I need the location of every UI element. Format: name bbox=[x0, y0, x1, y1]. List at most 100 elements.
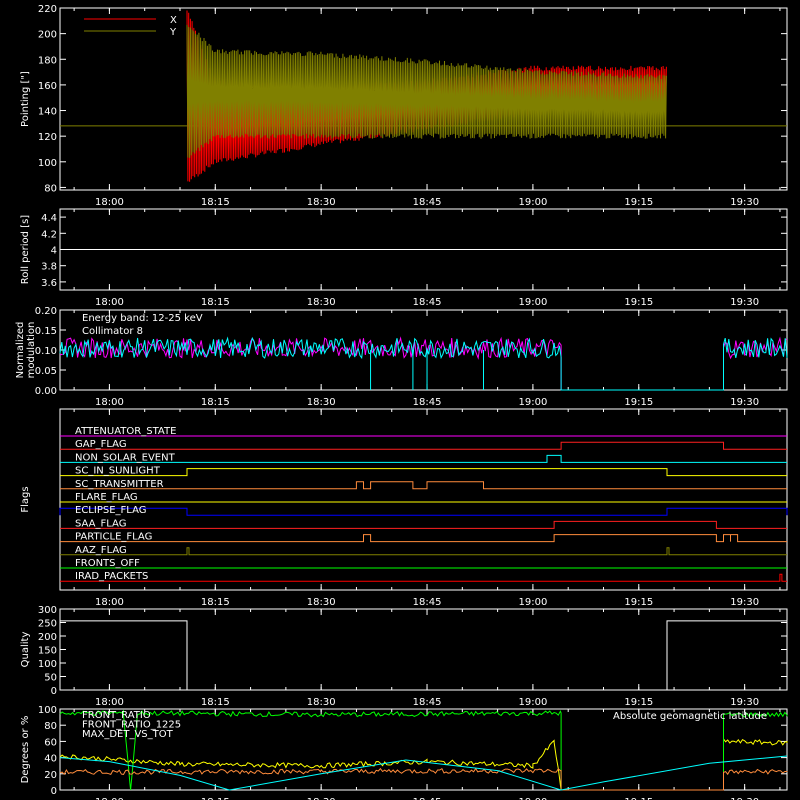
y-tick-label: 0.05 bbox=[35, 366, 57, 377]
panel-3: 18:00 18:15 18:30 18:45 19:00 19:15 19:30 Norma… bbox=[15, 306, 788, 408]
series-max-det-vs-tot-line bbox=[59, 767, 788, 791]
y-tick-label: 4.2 bbox=[41, 229, 57, 240]
y-tick-label: 4 bbox=[51, 246, 57, 257]
y-tick-label: 0.00 bbox=[35, 386, 57, 397]
x-tick-label: 19:15 bbox=[624, 197, 653, 208]
y-tick-label: 160 bbox=[38, 81, 57, 92]
legend-label: MAX_DET_VS_TOT bbox=[82, 729, 174, 740]
series-front-ratio-line bbox=[59, 737, 788, 791]
x-tick-label: 19:15 bbox=[624, 297, 653, 308]
y-tick-label: 140 bbox=[38, 107, 57, 118]
flag-label: PARTICLE_FLAG bbox=[75, 532, 152, 543]
x-tick-label: 18:30 bbox=[307, 597, 336, 608]
panel-1: 18:00 18:15 18:30 18:45 19:00 19:15 19:30 Point… bbox=[20, 4, 788, 208]
y-tick-label: 3.8 bbox=[41, 262, 57, 273]
flag-line-sc-in-sunlight bbox=[60, 468, 787, 477]
legend-label: Y bbox=[169, 27, 177, 38]
flag-label: IRAD_PACKETS bbox=[75, 571, 148, 582]
x-tick-label: 18:45 bbox=[413, 697, 442, 708]
y-axis-label: Quality bbox=[20, 632, 31, 668]
flag-label: NON_SOLAR_EVENT bbox=[75, 452, 176, 463]
y-tick-label: 40 bbox=[44, 754, 57, 765]
y-tick-label: 80 bbox=[44, 183, 57, 194]
flag-label: ATTENUATOR_STATE bbox=[75, 426, 176, 437]
y-tick-label: 120 bbox=[38, 132, 57, 143]
x-tick-label: 18:30 bbox=[307, 397, 336, 408]
y-tick-label: 200 bbox=[38, 30, 57, 41]
flag-line-gap-flag bbox=[60, 441, 787, 450]
annotation-collimator: Collimator 8 bbox=[82, 326, 143, 337]
x-tick-label: 18:00 bbox=[95, 297, 124, 308]
flag-label: GAP_FLAG bbox=[75, 439, 127, 450]
y-tick-label: 80 bbox=[44, 721, 57, 732]
x-tick-label: 18:00 bbox=[95, 597, 124, 608]
y-tick-label: 0.20 bbox=[35, 306, 57, 317]
x-tick-label: 18:00 bbox=[95, 397, 124, 408]
y-axis-label: Flags bbox=[20, 486, 31, 512]
y-tick-label: 20 bbox=[44, 770, 57, 781]
x-tick-label: 18:30 bbox=[307, 197, 336, 208]
y-axis-label: Normalized bbox=[15, 322, 26, 379]
x-tick-label: 18:45 bbox=[413, 297, 442, 308]
y-tick-label: 300 bbox=[38, 605, 57, 616]
y-tick-label: 0.15 bbox=[35, 326, 57, 337]
y-axis-label: Degrees or % bbox=[20, 716, 31, 784]
y-tick-label: 100 bbox=[38, 659, 57, 670]
flag-label: FRONTS_OFF bbox=[75, 558, 140, 569]
x-tick-label: 18:15 bbox=[201, 697, 230, 708]
flag-line-irad-packets bbox=[60, 573, 787, 582]
x-tick-label: 19:00 bbox=[518, 597, 547, 608]
x-tick-label: 18:45 bbox=[413, 597, 442, 608]
x-tick-label: 18:15 bbox=[201, 197, 230, 208]
legend-label: X bbox=[170, 15, 177, 26]
annotation-energy-band: Energy band: 12-25 keV bbox=[82, 313, 203, 324]
y-tick-label: 4.4 bbox=[41, 213, 57, 224]
flag-label: SC_TRANSMITTER bbox=[75, 479, 164, 490]
y-axis-label: Roll period [s] bbox=[20, 215, 31, 284]
flag-label: ECLIPSE_FLAG bbox=[75, 505, 146, 516]
y-tick-label: 0.10 bbox=[35, 346, 57, 357]
x-tick-label: 18:15 bbox=[201, 397, 230, 408]
panel-4: 18:00 18:15 18:30 18:45 19:00 19:15 19:30 Flags… bbox=[20, 408, 788, 608]
x-tick-label: 19:00 bbox=[518, 397, 547, 408]
flag-line-aaz-flag bbox=[60, 547, 787, 556]
y-tick-label: 0 bbox=[51, 686, 57, 697]
x-tick-label: 19:15 bbox=[624, 397, 653, 408]
flag-label: AAZ_FLAG bbox=[75, 545, 127, 556]
y-tick-label: 250 bbox=[38, 619, 57, 630]
x-tick-label: 18:45 bbox=[413, 197, 442, 208]
flag-label: FLARE_FLAG bbox=[75, 492, 138, 503]
y-tick-label: 200 bbox=[38, 632, 57, 643]
flag-line-eclipse-flag bbox=[59, 507, 788, 516]
flag-line-particle-flag bbox=[60, 534, 787, 543]
x-tick-label: 18:15 bbox=[201, 297, 230, 308]
x-tick-label: 19:30 bbox=[730, 297, 759, 308]
flag-line-sc-transmitter bbox=[60, 481, 787, 490]
x-tick-label: 19:30 bbox=[730, 397, 759, 408]
flag-label: SC_IN_SUNLIGHT bbox=[75, 466, 161, 477]
x-tick-label: 19:15 bbox=[624, 597, 653, 608]
panel-2: 18:00 18:15 18:30 18:45 19:00 19:15 19:30 Roll … bbox=[20, 208, 788, 308]
x-tick-label: 18:30 bbox=[307, 697, 336, 708]
x-tick-label: 18:45 bbox=[413, 397, 442, 408]
x-tick-label: 19:30 bbox=[730, 697, 759, 708]
y-tick-label: 100 bbox=[38, 705, 57, 716]
y-tick-label: 60 bbox=[44, 737, 57, 748]
y-tick-label: 150 bbox=[38, 646, 57, 657]
panel-6: 18:0018:1518:3018:4519:0019:1519:30Degre… bbox=[20, 705, 788, 800]
y-tick-label: 0 bbox=[51, 786, 57, 797]
hessi-quicklook-figure: 18:00 18:15 18:30 18:45 19:00 19:15 19:30 Point… bbox=[15, 4, 788, 800]
y-axis-label: Pointing ["] bbox=[20, 71, 31, 127]
panel-5: 18:00 18:15 18:30 18:45 19:00 19:15 19:30 Quali… bbox=[20, 605, 788, 708]
x-tick-label: 19:00 bbox=[518, 197, 547, 208]
x-tick-label: 19:00 bbox=[518, 697, 547, 708]
modulation-magenta-line bbox=[59, 336, 788, 391]
x-tick-label: 19:30 bbox=[730, 197, 759, 208]
y-tick-label: 50 bbox=[44, 673, 57, 684]
flag-label: SAA_FLAG bbox=[75, 518, 126, 529]
y-tick-label: 3.6 bbox=[41, 278, 57, 289]
x-tick-label: 19:00 bbox=[518, 297, 547, 308]
y-tick-label: 220 bbox=[38, 4, 57, 15]
x-tick-label: 18:00 bbox=[95, 697, 124, 708]
flag-line-saa-flag bbox=[60, 520, 787, 529]
